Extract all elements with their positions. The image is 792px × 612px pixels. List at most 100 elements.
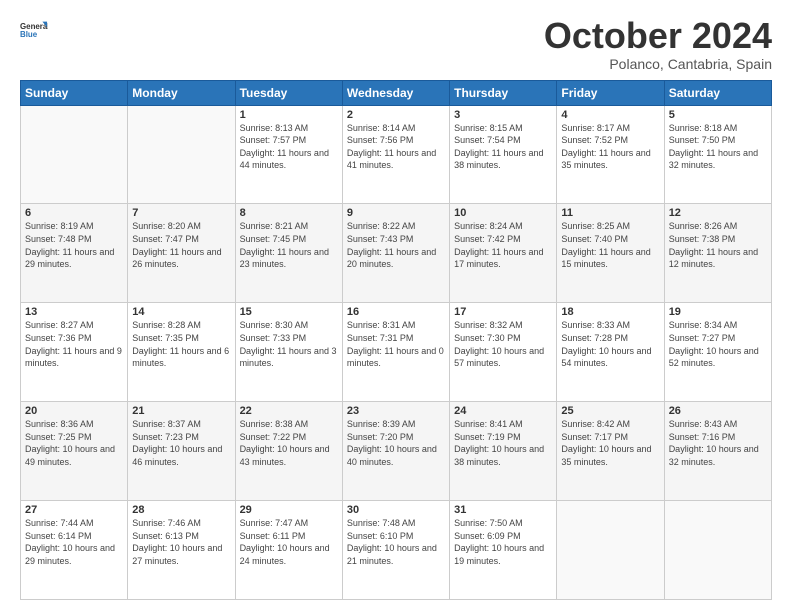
col-header-friday: Friday	[557, 80, 664, 105]
day-number: 31	[454, 504, 552, 516]
day-number: 27	[25, 504, 123, 516]
day-info: Sunrise: 8:19 AM Sunset: 7:48 PM Dayligh…	[25, 220, 123, 270]
calendar-table: SundayMondayTuesdayWednesdayThursdayFrid…	[20, 80, 772, 600]
day-info: Sunrise: 8:21 AM Sunset: 7:45 PM Dayligh…	[240, 220, 338, 270]
day-number: 21	[132, 405, 230, 417]
day-number: 26	[669, 405, 767, 417]
day-number: 15	[240, 306, 338, 318]
day-cell: 1Sunrise: 8:13 AM Sunset: 7:57 PM Daylig…	[235, 105, 342, 204]
day-cell	[557, 501, 664, 600]
calendar-body: 1Sunrise: 8:13 AM Sunset: 7:57 PM Daylig…	[21, 105, 772, 599]
day-cell: 29Sunrise: 7:47 AM Sunset: 6:11 PM Dayli…	[235, 501, 342, 600]
day-cell: 16Sunrise: 8:31 AM Sunset: 7:31 PM Dayli…	[342, 303, 449, 402]
day-cell: 8Sunrise: 8:21 AM Sunset: 7:45 PM Daylig…	[235, 204, 342, 303]
day-cell: 25Sunrise: 8:42 AM Sunset: 7:17 PM Dayli…	[557, 402, 664, 501]
day-info: Sunrise: 8:41 AM Sunset: 7:19 PM Dayligh…	[454, 418, 552, 468]
day-info: Sunrise: 8:33 AM Sunset: 7:28 PM Dayligh…	[561, 319, 659, 369]
day-number: 10	[454, 207, 552, 219]
day-cell: 6Sunrise: 8:19 AM Sunset: 7:48 PM Daylig…	[21, 204, 128, 303]
day-number: 9	[347, 207, 445, 219]
page: GeneralBlue October 2024 Polanco, Cantab…	[0, 0, 792, 612]
day-number: 29	[240, 504, 338, 516]
day-cell: 5Sunrise: 8:18 AM Sunset: 7:50 PM Daylig…	[664, 105, 771, 204]
day-info: Sunrise: 8:36 AM Sunset: 7:25 PM Dayligh…	[25, 418, 123, 468]
week-row-5: 27Sunrise: 7:44 AM Sunset: 6:14 PM Dayli…	[21, 501, 772, 600]
day-info: Sunrise: 8:32 AM Sunset: 7:30 PM Dayligh…	[454, 319, 552, 369]
day-info: Sunrise: 7:44 AM Sunset: 6:14 PM Dayligh…	[25, 517, 123, 567]
day-number: 24	[454, 405, 552, 417]
day-number: 18	[561, 306, 659, 318]
day-number: 14	[132, 306, 230, 318]
day-info: Sunrise: 8:25 AM Sunset: 7:40 PM Dayligh…	[561, 220, 659, 270]
day-info: Sunrise: 8:17 AM Sunset: 7:52 PM Dayligh…	[561, 122, 659, 172]
day-number: 4	[561, 109, 659, 121]
day-info: Sunrise: 8:38 AM Sunset: 7:22 PM Dayligh…	[240, 418, 338, 468]
location-subtitle: Polanco, Cantabria, Spain	[544, 56, 772, 72]
day-cell: 26Sunrise: 8:43 AM Sunset: 7:16 PM Dayli…	[664, 402, 771, 501]
day-cell: 24Sunrise: 8:41 AM Sunset: 7:19 PM Dayli…	[450, 402, 557, 501]
logo: GeneralBlue	[20, 16, 48, 44]
day-info: Sunrise: 7:46 AM Sunset: 6:13 PM Dayligh…	[132, 517, 230, 567]
day-number: 13	[25, 306, 123, 318]
day-info: Sunrise: 8:30 AM Sunset: 7:33 PM Dayligh…	[240, 319, 338, 369]
month-title: October 2024	[544, 16, 772, 56]
day-info: Sunrise: 8:22 AM Sunset: 7:43 PM Dayligh…	[347, 220, 445, 270]
day-info: Sunrise: 8:20 AM Sunset: 7:47 PM Dayligh…	[132, 220, 230, 270]
day-info: Sunrise: 8:26 AM Sunset: 7:38 PM Dayligh…	[669, 220, 767, 270]
day-number: 2	[347, 109, 445, 121]
col-header-sunday: Sunday	[21, 80, 128, 105]
svg-text:Blue: Blue	[20, 30, 38, 39]
day-number: 25	[561, 405, 659, 417]
day-number: 17	[454, 306, 552, 318]
day-number: 23	[347, 405, 445, 417]
day-cell: 20Sunrise: 8:36 AM Sunset: 7:25 PM Dayli…	[21, 402, 128, 501]
day-cell: 28Sunrise: 7:46 AM Sunset: 6:13 PM Dayli…	[128, 501, 235, 600]
day-info: Sunrise: 7:47 AM Sunset: 6:11 PM Dayligh…	[240, 517, 338, 567]
logo-icon: GeneralBlue	[20, 16, 48, 44]
day-cell: 4Sunrise: 8:17 AM Sunset: 7:52 PM Daylig…	[557, 105, 664, 204]
col-header-wednesday: Wednesday	[342, 80, 449, 105]
col-header-tuesday: Tuesday	[235, 80, 342, 105]
day-number: 12	[669, 207, 767, 219]
day-cell: 21Sunrise: 8:37 AM Sunset: 7:23 PM Dayli…	[128, 402, 235, 501]
day-cell: 7Sunrise: 8:20 AM Sunset: 7:47 PM Daylig…	[128, 204, 235, 303]
day-number: 16	[347, 306, 445, 318]
day-number: 1	[240, 109, 338, 121]
day-cell: 14Sunrise: 8:28 AM Sunset: 7:35 PM Dayli…	[128, 303, 235, 402]
day-cell	[664, 501, 771, 600]
day-cell: 30Sunrise: 7:48 AM Sunset: 6:10 PM Dayli…	[342, 501, 449, 600]
day-number: 22	[240, 405, 338, 417]
day-info: Sunrise: 8:34 AM Sunset: 7:27 PM Dayligh…	[669, 319, 767, 369]
week-row-3: 13Sunrise: 8:27 AM Sunset: 7:36 PM Dayli…	[21, 303, 772, 402]
col-header-saturday: Saturday	[664, 80, 771, 105]
day-number: 19	[669, 306, 767, 318]
day-cell: 15Sunrise: 8:30 AM Sunset: 7:33 PM Dayli…	[235, 303, 342, 402]
day-info: Sunrise: 8:43 AM Sunset: 7:16 PM Dayligh…	[669, 418, 767, 468]
day-cell: 22Sunrise: 8:38 AM Sunset: 7:22 PM Dayli…	[235, 402, 342, 501]
week-row-4: 20Sunrise: 8:36 AM Sunset: 7:25 PM Dayli…	[21, 402, 772, 501]
day-info: Sunrise: 8:15 AM Sunset: 7:54 PM Dayligh…	[454, 122, 552, 172]
day-number: 7	[132, 207, 230, 219]
day-info: Sunrise: 8:14 AM Sunset: 7:56 PM Dayligh…	[347, 122, 445, 172]
week-row-2: 6Sunrise: 8:19 AM Sunset: 7:48 PM Daylig…	[21, 204, 772, 303]
day-info: Sunrise: 8:27 AM Sunset: 7:36 PM Dayligh…	[25, 319, 123, 369]
day-info: Sunrise: 8:28 AM Sunset: 7:35 PM Dayligh…	[132, 319, 230, 369]
day-cell: 27Sunrise: 7:44 AM Sunset: 6:14 PM Dayli…	[21, 501, 128, 600]
day-cell: 17Sunrise: 8:32 AM Sunset: 7:30 PM Dayli…	[450, 303, 557, 402]
day-number: 5	[669, 109, 767, 121]
day-number: 20	[25, 405, 123, 417]
day-info: Sunrise: 8:13 AM Sunset: 7:57 PM Dayligh…	[240, 122, 338, 172]
header: GeneralBlue October 2024 Polanco, Cantab…	[20, 16, 772, 72]
day-cell: 11Sunrise: 8:25 AM Sunset: 7:40 PM Dayli…	[557, 204, 664, 303]
day-cell	[128, 105, 235, 204]
day-number: 30	[347, 504, 445, 516]
day-number: 8	[240, 207, 338, 219]
day-cell: 19Sunrise: 8:34 AM Sunset: 7:27 PM Dayli…	[664, 303, 771, 402]
day-info: Sunrise: 7:48 AM Sunset: 6:10 PM Dayligh…	[347, 517, 445, 567]
day-info: Sunrise: 7:50 AM Sunset: 6:09 PM Dayligh…	[454, 517, 552, 567]
day-cell: 12Sunrise: 8:26 AM Sunset: 7:38 PM Dayli…	[664, 204, 771, 303]
title-block: October 2024 Polanco, Cantabria, Spain	[544, 16, 772, 72]
day-number: 3	[454, 109, 552, 121]
day-cell: 31Sunrise: 7:50 AM Sunset: 6:09 PM Dayli…	[450, 501, 557, 600]
day-cell: 18Sunrise: 8:33 AM Sunset: 7:28 PM Dayli…	[557, 303, 664, 402]
